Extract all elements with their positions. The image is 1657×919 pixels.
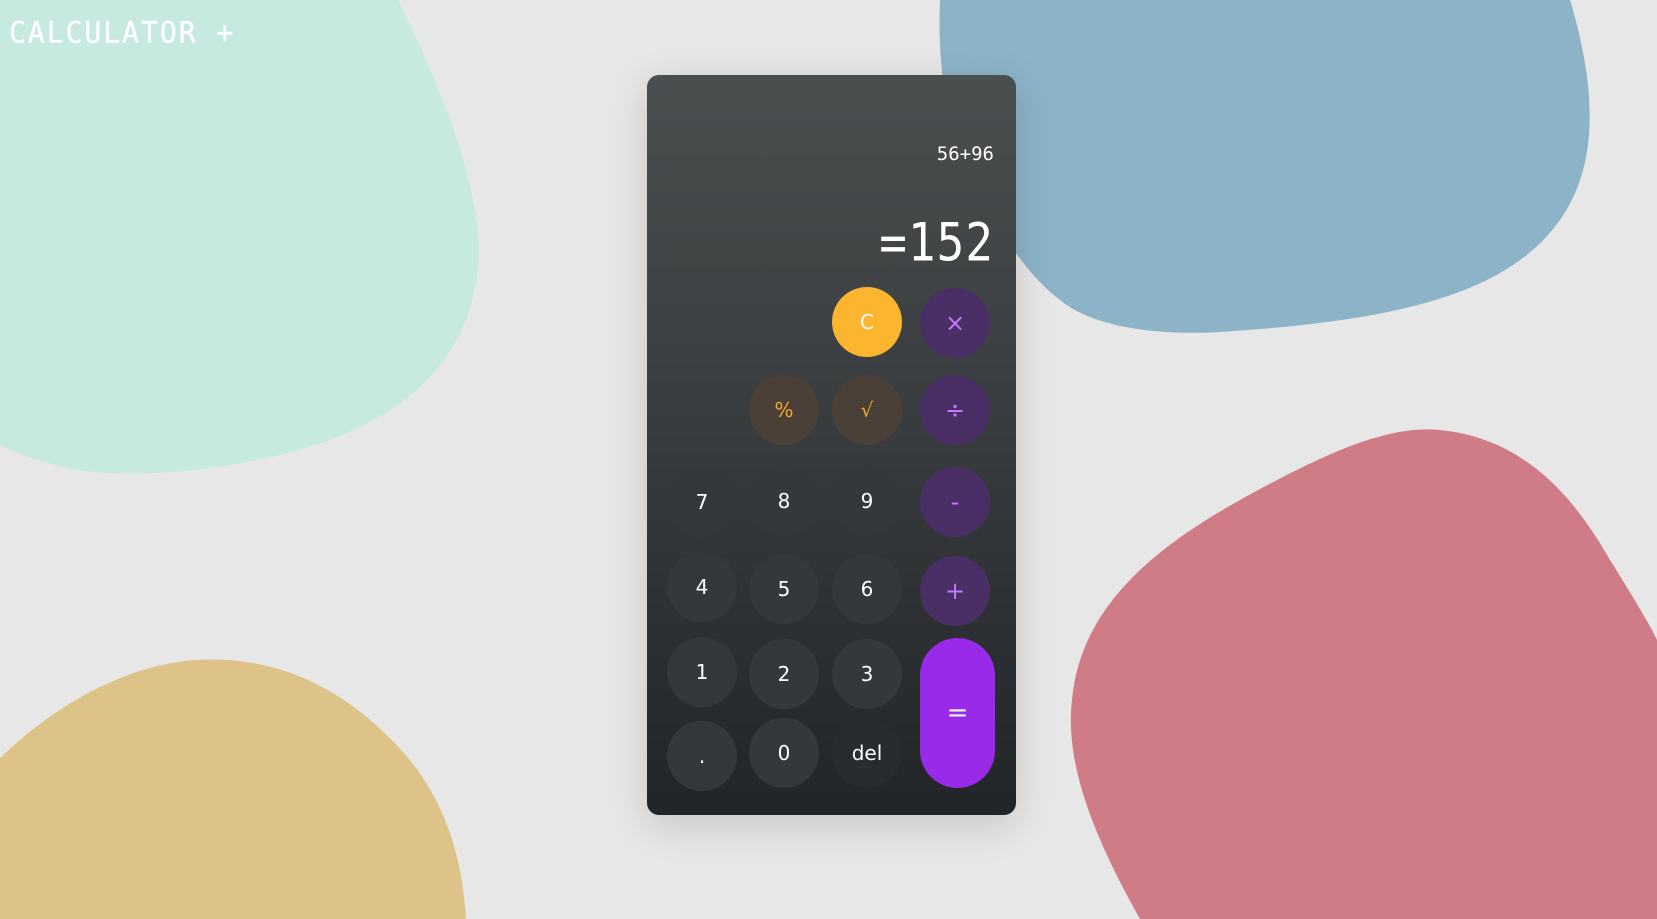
equals-button[interactable]: = — [920, 638, 995, 788]
sqrt-button[interactable]: √ — [832, 375, 902, 445]
digit-9-button[interactable]: 9 — [832, 466, 902, 536]
divide-button[interactable]: ÷ — [920, 375, 990, 445]
expression-display: 56+96 — [936, 143, 994, 165]
digit-8-button[interactable]: 8 — [749, 466, 819, 536]
app-title: CALCULATOR + — [9, 15, 236, 50]
decimal-button[interactable]: . — [667, 721, 737, 791]
minus-button[interactable]: - — [920, 467, 990, 537]
digit-5-button[interactable]: 5 — [749, 554, 819, 624]
digit-3-button[interactable]: 3 — [832, 639, 902, 709]
pink-blob — [1070, 429, 1657, 919]
digit-7-button[interactable]: 7 — [667, 467, 737, 537]
result-display: =152 — [879, 210, 994, 274]
calculator-panel: 56+96 =152 C × % √ ÷ 7 8 9 - 4 5 6 + 1 2… — [647, 75, 1016, 815]
plus-button[interactable]: + — [920, 556, 990, 626]
digit-6-button[interactable]: 6 — [832, 554, 902, 624]
clear-button[interactable]: C — [832, 287, 902, 357]
digit-0-button[interactable]: 0 — [749, 718, 819, 788]
delete-button[interactable]: del — [832, 718, 902, 788]
digit-1-button[interactable]: 1 — [667, 637, 737, 707]
percent-button[interactable]: % — [749, 375, 819, 445]
digit-2-button[interactable]: 2 — [749, 639, 819, 709]
blue-blob — [939, 0, 1590, 333]
sand-blob — [0, 659, 466, 919]
multiply-button[interactable]: × — [920, 288, 990, 358]
digit-4-button[interactable]: 4 — [667, 552, 737, 622]
mint-blob — [0, 0, 479, 474]
